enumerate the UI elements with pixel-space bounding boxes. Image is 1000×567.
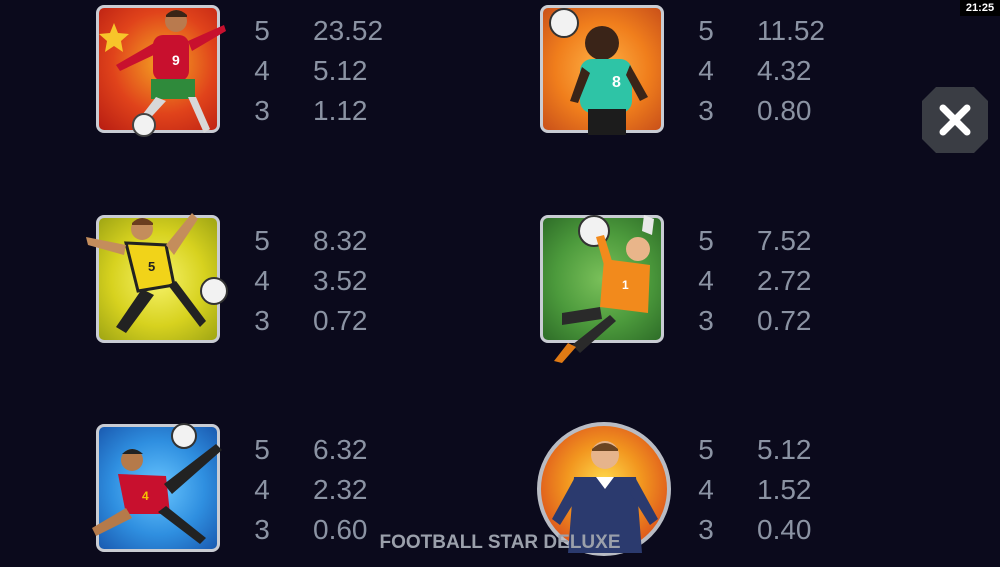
goalkeeper-symbol: 1 bbox=[540, 215, 664, 363]
payout-count: 3 bbox=[698, 95, 714, 126]
payout-value: 4.32 bbox=[757, 55, 812, 86]
game-title: FOOTBALL STAR DELUXE bbox=[379, 532, 621, 553]
payout-count: 5 bbox=[698, 15, 714, 46]
red-player-symbol: 9 bbox=[96, 5, 226, 137]
payout-value: 23.52 bbox=[313, 15, 384, 46]
yellow-player-symbol: 5 bbox=[86, 213, 228, 343]
payout-count: 5 bbox=[698, 434, 714, 465]
payout-count: 4 bbox=[698, 474, 714, 505]
payout-count: 4 bbox=[698, 55, 714, 86]
payout-count: 4 bbox=[254, 265, 270, 296]
payout-count: 5 bbox=[254, 15, 270, 46]
payout-count: 5 bbox=[254, 434, 270, 465]
close-button[interactable] bbox=[922, 87, 988, 153]
payout-count: 3 bbox=[254, 95, 270, 126]
teal-player-symbol: 8 bbox=[540, 5, 664, 135]
payout-value: 6.32 bbox=[313, 434, 368, 465]
svg-text:4: 4 bbox=[142, 489, 149, 503]
payout-value: 11.52 bbox=[757, 15, 825, 46]
payout-value: 3.52 bbox=[313, 265, 368, 296]
status-clock: 21:25 bbox=[960, 0, 1000, 16]
payout-value: 7.52 bbox=[757, 225, 812, 256]
svg-text:8: 8 bbox=[612, 74, 621, 91]
payout-count: 5 bbox=[698, 225, 714, 256]
payout-value: 8.32 bbox=[313, 225, 368, 256]
payout-count: 3 bbox=[254, 305, 270, 336]
payout-count: 4 bbox=[254, 55, 270, 86]
payout-value: 2.72 bbox=[757, 265, 812, 296]
payout-count: 4 bbox=[254, 474, 270, 505]
payout-value: 5.12 bbox=[757, 434, 812, 465]
payout-value: 0.72 bbox=[313, 305, 368, 336]
payout-value: 0.72 bbox=[757, 305, 812, 336]
svg-text:5: 5 bbox=[148, 259, 155, 274]
payout-value: 1.12 bbox=[313, 95, 368, 126]
close-icon bbox=[939, 104, 971, 136]
payout-value: 5.12 bbox=[313, 55, 368, 86]
payout-count: 4 bbox=[698, 265, 714, 296]
svg-text:9: 9 bbox=[172, 52, 180, 68]
payout-value: 1.52 bbox=[757, 474, 812, 505]
payout-count: 3 bbox=[698, 305, 714, 336]
svg-text:1: 1 bbox=[622, 278, 629, 292]
payout-count: 5 bbox=[254, 225, 270, 256]
payout-value: 2.32 bbox=[313, 474, 368, 505]
payout-value: 0.80 bbox=[757, 95, 812, 126]
